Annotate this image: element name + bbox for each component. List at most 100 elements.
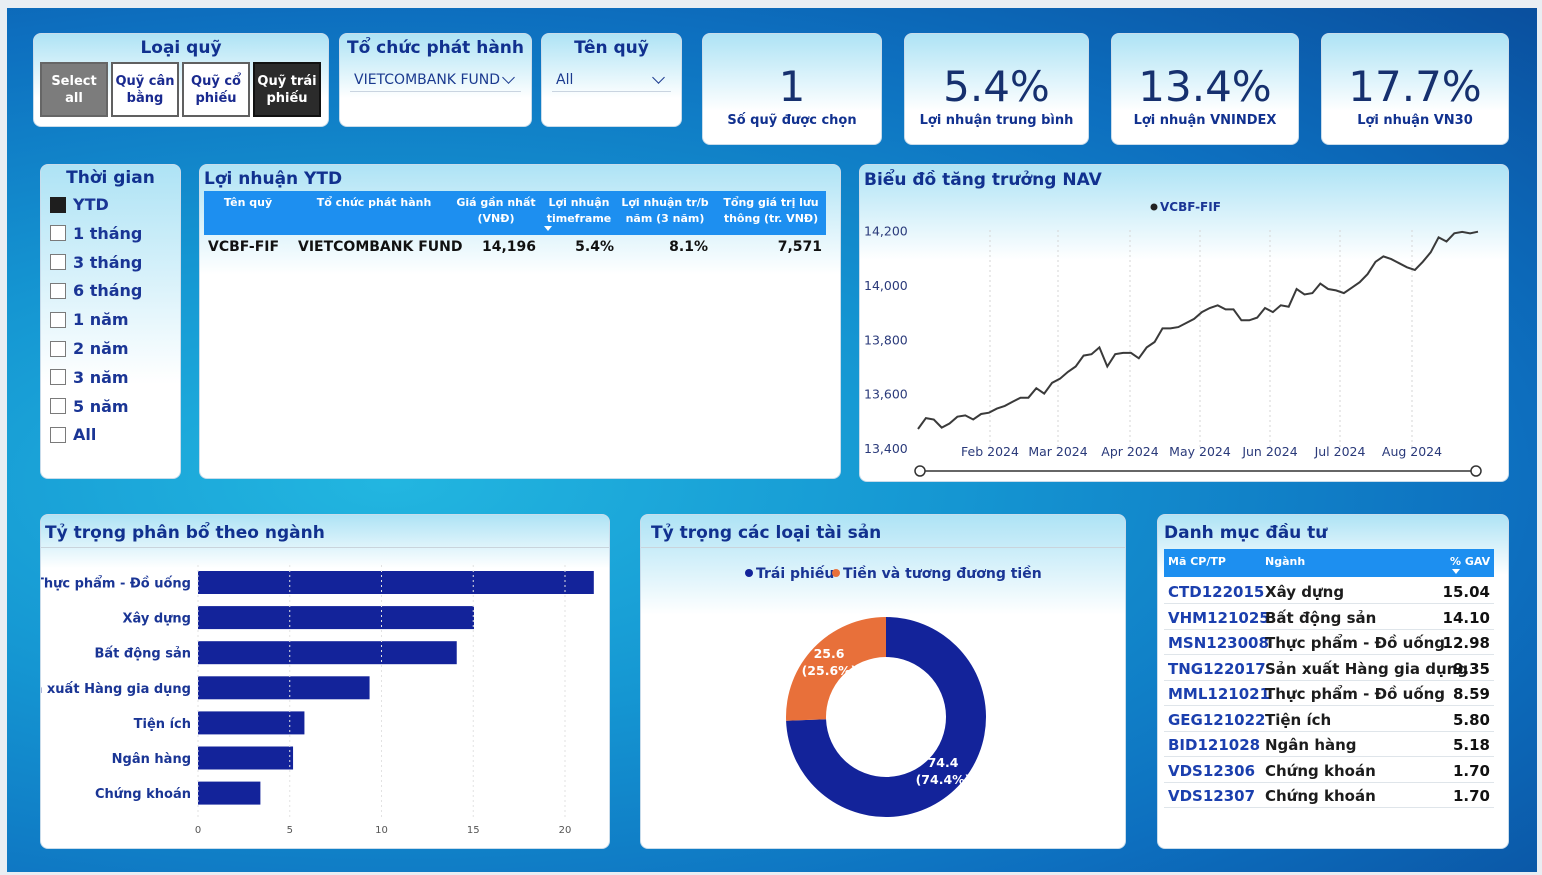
checkbox[interactable] [50,311,66,328]
cell-ticker: TNG122017 [1168,659,1266,678]
nav-series-line[interactable] [917,230,1479,430]
category-label: Xây dựng [122,612,191,627]
sector-bar[interactable] [198,571,594,594]
kpi-label: Số quỹ được chọn [727,113,857,128]
x-tick-label: Mar 2024 [1028,444,1087,459]
sector-bar[interactable] [198,711,305,735]
col-avg-annual-return[interactable]: Lợi nhuận tr/b năm (3 năm) [620,195,710,227]
issuer-title: Tổ chức phát hành [346,38,525,58]
sector-bar[interactable] [198,606,474,630]
sector-bar[interactable] [198,781,261,805]
x-tick-label: May 2024 [1169,444,1231,459]
checkbox[interactable] [50,340,66,357]
cell-sector: Thực phẩm - Đồ uống [1265,685,1446,703]
table-row[interactable]: TNG122017 Sản xuất Hàng gia dụng 9.35 [1164,656,1494,681]
sector-bar-chart[interactable]: Thực phẩm - Đồ uống Xây dựng Bất động sản S… [41,515,607,848]
time-option-label: 6 tháng [73,281,143,301]
cell-gav: 5.80 [1452,710,1490,729]
table-row[interactable]: CTD122015 Xây dựng 15.04 [1164,579,1494,604]
checkbox[interactable] [50,196,66,213]
x-tick-label: 20 [559,825,572,836]
col-total-value[interactable]: Tổng giá trị lưu thông (tr. VNĐ) [716,195,826,227]
time-option[interactable]: 5 năm [50,397,129,416]
ytd-table-card: Lợi nhuận YTD Tên quỹ Tổ chức phát hành … [199,164,841,479]
checkbox[interactable] [50,398,66,415]
table-row[interactable]: MSN123008 Thực phẩm - Đồ uống 12.98 [1164,630,1494,655]
checkbox[interactable] [50,254,66,271]
cell-sector: Sản xuất Hàng gia dụng [1265,659,1469,678]
table-row[interactable]: VDS12306 Chứng khoán 1.70 [1164,758,1494,783]
checkbox[interactable] [50,426,66,443]
time-option-label: 3 tháng [73,252,143,272]
sector-bar[interactable] [198,746,294,770]
checkbox[interactable] [50,369,66,386]
category-label: Chứng khoán [95,787,191,802]
time-option[interactable]: All [50,425,96,444]
x-tick-label: 0 [195,825,201,836]
cell-ticker: BID121028 [1168,736,1261,754]
sector-bar[interactable] [198,641,457,665]
legend-label: VCBF-FIF [1160,200,1221,214]
time-option[interactable]: 1 năm [50,310,129,329]
fund-type-equity[interactable]: Quỹ cổ phiếu [182,62,250,117]
ytd-table-header: Tên quỹ Tổ chức phát hành Giá gần nhất (… [204,191,826,235]
cell-latest-price: 14,196 [481,239,536,255]
checkbox[interactable] [50,225,66,242]
table-row[interactable]: VCBF-FIF VIETCOMBANK FUND 14,196 5.4% 8.… [204,239,826,261]
col-timeframe-return[interactable]: Lợi nhuận timeframe [540,195,618,227]
x-tick-label: Aug 2024 [1382,444,1442,459]
cell-ticker: GEG121022 [1168,710,1266,729]
cell-gav: 9.35 [1452,659,1490,678]
fund-type-balanced[interactable]: Quỹ cân bằng [111,62,179,117]
time-option[interactable]: 1 tháng [50,224,142,243]
col-fund-name[interactable]: Tên quỹ [204,195,292,211]
sort-desc-icon[interactable] [1452,569,1460,574]
time-option[interactable]: 3 năm [50,368,129,387]
time-title: Thời gian [66,168,155,188]
table-row[interactable]: MML121021 Thực phẩm - Đồ uống 8.59 [1164,681,1494,706]
table-row[interactable]: GEG121022 Tiện ích 5.80 [1164,707,1494,732]
data-label-percent: (74.4%) [916,772,971,787]
time-option[interactable]: 6 tháng [50,281,142,300]
fund-name-dropdown[interactable]: All [552,68,671,92]
col-gav[interactable]: % GAV [1450,555,1490,568]
col-sector[interactable]: Ngành [1265,555,1305,568]
fund-type-bond[interactable]: Quỹ trái phiếu [253,62,321,117]
table-row[interactable]: VDS12307 Chứng khoán 1.70 [1164,783,1494,808]
y-tick-label: 13,800 [864,332,908,347]
asset-chart-card: Tỷ trọng các loại tài sản Trái phiếu Tiền… [640,514,1126,849]
category-label: Tiện ích [134,717,191,732]
col-ticker[interactable]: Mã CP/TP [1168,555,1226,568]
time-option[interactable]: 2 năm [50,339,129,358]
cell-gav: 1.70 [1452,761,1490,780]
issuer-dropdown[interactable]: VIETCOMBANK FUND [350,68,521,92]
asset-donut-chart[interactable]: Trái phiếu Tiền và tương đương tiền 74.4 (7… [641,515,1125,848]
cell-issuer: VIETCOMBANK FUND [298,239,463,255]
kpi-value: 1 [778,62,806,111]
range-slider-end-handle[interactable] [1470,465,1482,477]
cell-sector: Xây dựng [1265,583,1345,601]
nav-line-chart[interactable]: VCBF-FIF 13,400 13,600 13,800 14,000 14,200 Fe… [860,165,1506,481]
fund-type-slicer: Loại quỹ Select all Quỹ cân bằng Quỹ cổ … [33,33,329,127]
category-label: Bất động sản [94,647,191,662]
sector-bar[interactable] [198,676,370,700]
sort-desc-icon[interactable] [544,226,552,231]
legend-dot [745,569,753,577]
fund-name-slicer: Tên quỹ All [541,33,682,127]
col-latest-price[interactable]: Giá gần nhất (VNĐ) [456,195,536,227]
checkbox[interactable] [50,282,66,299]
time-option[interactable]: YTD [50,195,109,214]
table-row[interactable]: BID121028 Ngân hàng 5.18 [1164,732,1494,757]
range-slider-start-handle[interactable] [914,465,926,477]
kpi-card-selected-funds: 1 Số quỹ được chọn [702,33,882,145]
cell-ticker: MSN123008 [1168,634,1269,652]
col-issuer[interactable]: Tổ chức phát hành [294,195,454,211]
kpi-value: 17.7% [1348,62,1482,111]
fund-type-select-all[interactable]: Select all [40,62,108,117]
cell-sector: Tiện ích [1265,710,1332,729]
time-option[interactable]: 3 tháng [50,253,142,272]
table-row[interactable]: VHM121025 Bất động sản 14.10 [1164,605,1494,630]
sector-chart-card: Tỷ trọng phân bổ theo ngành Thực phẩm - … [40,514,610,849]
kpi-label: Lợi nhuận VNINDEX [1133,113,1277,128]
cell-sector: Thực phẩm - Đồ uống [1265,634,1446,652]
